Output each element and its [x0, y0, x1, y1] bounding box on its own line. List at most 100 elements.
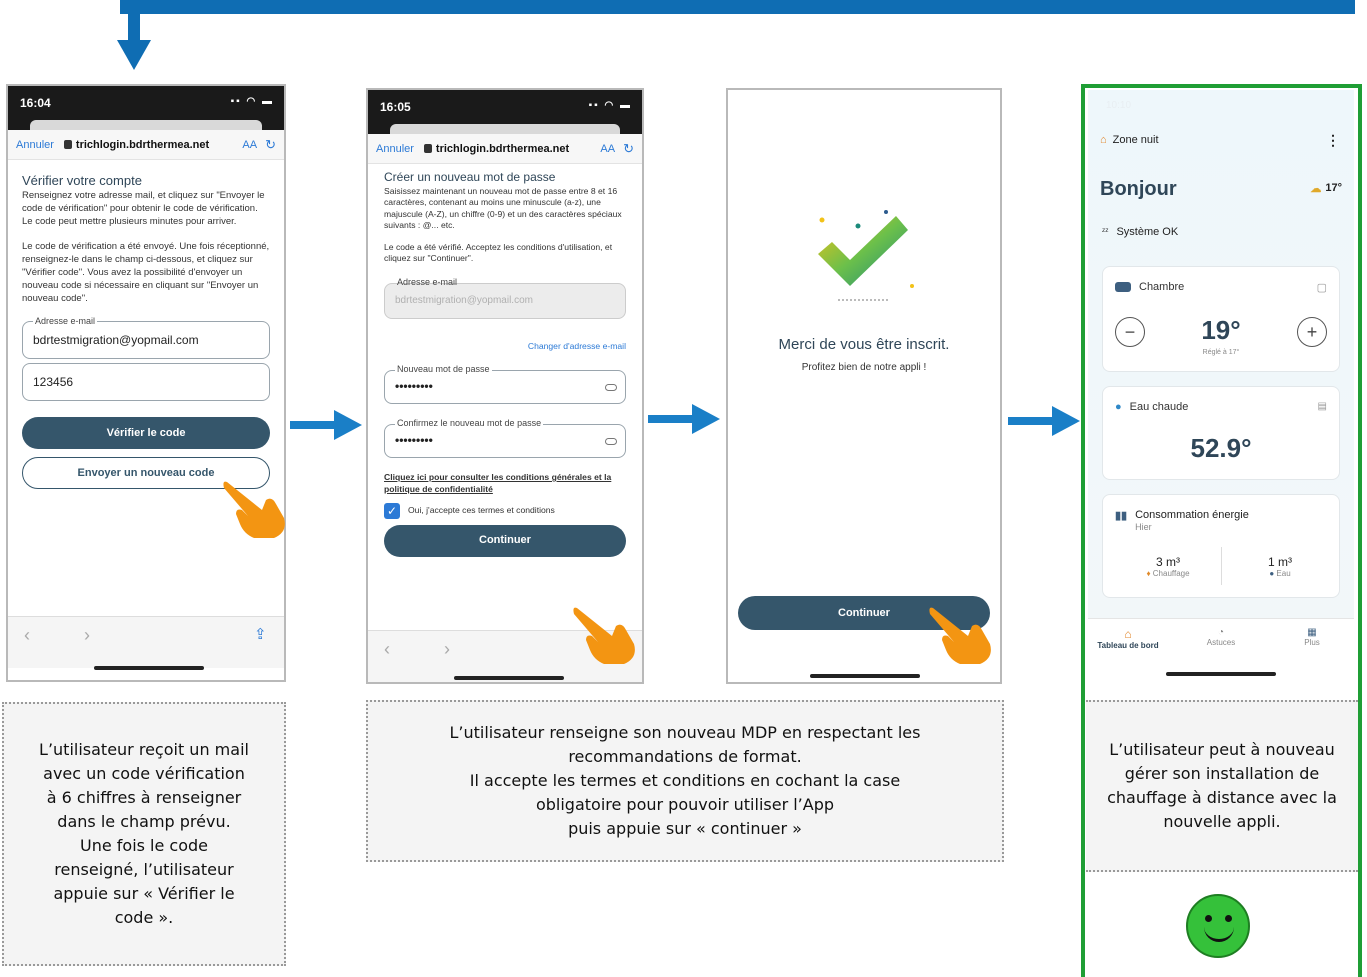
share-icon[interactable]: ⇪ — [254, 625, 267, 643]
schedule-icon[interactable]: ▢ — [1317, 281, 1327, 294]
sheet-handle — [8, 120, 284, 130]
page-title: Créer un nouveau mot de passe — [384, 170, 556, 184]
toggle-visibility-icon[interactable] — [605, 383, 617, 391]
terms-link[interactable]: Cliquez ici pour consulter les condition… — [384, 472, 626, 495]
email-field: Adresse e-mail bdrtestmigration@yopmail.… — [384, 277, 626, 319]
tap-hand-icon — [929, 607, 991, 664]
zone-name: Zone nuit — [1112, 134, 1159, 146]
accept-terms-label: Oui, j'accepte ces termes et conditions — [408, 505, 555, 516]
home-icon: ⌂ — [1100, 134, 1107, 146]
caption-verify-step: L’utilisateur reçoit un mail avec un cod… — [2, 702, 286, 966]
url-text: trichlogin.bdrthermea.net — [435, 142, 570, 155]
email-field[interactable]: Adresse e-mail bdrtestmigration@yopmail.… — [22, 315, 270, 359]
caption-line: L’utilisateur renseigne son nouveau MDP … — [449, 723, 921, 742]
checkbox-checked-icon[interactable]: ✓ — [384, 503, 400, 519]
code-value: 123456 — [33, 374, 74, 389]
tab-tips[interactable]: ◔ Astuces — [1181, 627, 1261, 647]
cancel-link[interactable]: Annuler — [376, 143, 414, 155]
intro-text: Renseignez votre adresse mail, et clique… — [22, 190, 265, 214]
code-field[interactable]: 123456 — [22, 363, 270, 401]
confirm-password-value: ••••••••• — [395, 433, 433, 448]
reload-icon[interactable]: ↻ — [623, 141, 634, 157]
text-size-button[interactable]: AA — [600, 143, 615, 155]
room-card[interactable]: Chambre ▢ − 19° Réglé à 17° + — [1102, 266, 1340, 372]
back-icon[interactable]: ‹ — [24, 625, 30, 646]
status-time: 16:04 — [20, 96, 51, 110]
home-indicator — [454, 676, 564, 680]
email-label: Adresse e-mail — [397, 276, 458, 287]
calendar-icon[interactable]: ▤ — [1318, 401, 1327, 412]
forward-icon[interactable]: › — [84, 625, 90, 646]
caption-line: recommandations de format. — [568, 747, 802, 766]
back-icon[interactable]: ‹ — [384, 639, 390, 660]
heating-label-row: ♦ Chauffage — [1123, 569, 1213, 578]
signal-battery-icon: ▪▪ ◠ ▬ — [230, 96, 274, 107]
greeting: Bonjour — [1100, 178, 1177, 200]
page-title: Vérifier votre compte — [22, 173, 142, 188]
energy-title: Consommation énergie — [1135, 509, 1249, 521]
zone-selector[interactable]: ⌂ Zone nuit — [1100, 134, 1159, 146]
home-icon: ⌂ — [1124, 627, 1132, 641]
flow-arrow-right-icon — [648, 404, 720, 434]
heating-label: Chauffage — [1152, 569, 1190, 578]
tab-more[interactable]: ▦ Plus — [1272, 627, 1352, 647]
verify-code-button[interactable]: Vérifier le code — [22, 417, 270, 449]
energy-card[interactable]: ▮▮ Consommation énergie Hier 3 m³ ♦ Chau… — [1102, 494, 1340, 598]
caption-success-text: L’utilisateur peut à nouveau gérer son i… — [1107, 740, 1337, 831]
caption-password-step: L’utilisateur renseigne son nouveau MDP … — [366, 700, 1004, 862]
water-value: 1 m³ — [1268, 555, 1292, 569]
tap-hand-icon — [573, 607, 635, 664]
sofa-icon — [1115, 282, 1131, 292]
increase-temp-button[interactable]: + — [1297, 317, 1327, 347]
url-display: trichlogin.bdrthermea.net — [63, 139, 242, 151]
accept-terms-row[interactable]: ✓ Oui, j'accepte ces termes et condition… — [384, 503, 626, 519]
browser-toolbar: ‹ › ⇪ — [8, 616, 284, 668]
caption-success-step: L’utilisateur peut à nouveau gérer son i… — [1086, 700, 1358, 872]
heating-value: 3 m³ — [1156, 555, 1180, 569]
heating-consumption: 3 m³ ♦ Chauffage — [1123, 555, 1213, 578]
thanks-title: Merci de vous être inscrit. — [778, 336, 950, 353]
success-checkmark-icon — [818, 210, 914, 301]
more-options-icon[interactable]: ⋮ — [1326, 132, 1340, 149]
water-consumption: 1 m³ ● Eau — [1235, 555, 1325, 578]
confirm-password-field[interactable]: Confirmez le nouveau mot de passe ••••••… — [384, 418, 626, 458]
lock-icon — [63, 140, 72, 150]
cancel-link[interactable]: Annuler — [16, 139, 54, 151]
energy-divider — [1221, 547, 1222, 585]
hot-water-temperature: 52.9° — [1190, 433, 1252, 463]
confirm-password-label: Confirmez le nouveau mot de passe — [395, 418, 544, 430]
code-sent-text: Le code de vérification a été envoyé. Un… — [22, 241, 270, 304]
new-password-field[interactable]: Nouveau mot de passe ••••••••• — [384, 364, 626, 404]
room-name: Chambre — [1139, 281, 1185, 293]
tips-icon: ◔ — [1217, 627, 1225, 638]
screen-thank-you: Merci de vous être inscrit. Profitez bie… — [726, 88, 1002, 684]
forward-icon[interactable]: › — [444, 639, 450, 660]
caption-line: obligatoire pour pouvoir utiliser l’App — [535, 795, 835, 814]
toggle-visibility-icon[interactable] — [605, 437, 617, 445]
status-time: 10:10 — [1106, 100, 1132, 111]
browser-bar: Annuler trichlogin.bdrthermea.net AA ↻ — [368, 134, 642, 164]
home-indicator — [1166, 672, 1276, 676]
hot-water-title: ● Eau chaude — [1115, 401, 1188, 413]
reload-icon[interactable]: ↻ — [265, 137, 276, 153]
home-indicator — [94, 666, 204, 670]
flow-connector-drop — [128, 0, 140, 44]
continue-button[interactable]: Continuer — [384, 525, 626, 557]
new-password-label: Nouveau mot de passe — [395, 364, 492, 376]
change-email-link[interactable]: Changer d'adresse e-mail — [384, 341, 626, 353]
energy-period: Hier — [1135, 522, 1152, 532]
hot-water-card[interactable]: ● Eau chaude ▤ 52.9° — [1102, 386, 1340, 480]
signal-battery-icon: ▪▪ ◠ ▬ — [588, 100, 632, 111]
tab-dashboard[interactable]: ⌂ Tableau de bord — [1088, 627, 1168, 650]
tab-tips-label: Astuces — [1206, 638, 1236, 647]
flame-icon: ♦ — [1146, 569, 1151, 578]
flow-arrow-down-icon — [117, 40, 151, 70]
room-setpoint: Réglé à 17° — [1202, 349, 1240, 356]
text-size-button[interactable]: AA — [242, 139, 257, 151]
status-bar: 16:05 ▪▪ ◠ ▬ — [368, 90, 642, 124]
enjoy-text: Profitez bien de notre appli ! — [801, 362, 927, 373]
verify-form: Vérifier votre compte Renseignez votre a… — [8, 160, 284, 497]
energy-title-block: Consommation énergie Hier — [1135, 509, 1249, 533]
flow-arrow-right-icon — [1008, 406, 1080, 436]
delay-text: Le code peut mettre plusieurs minutes po… — [22, 216, 237, 227]
